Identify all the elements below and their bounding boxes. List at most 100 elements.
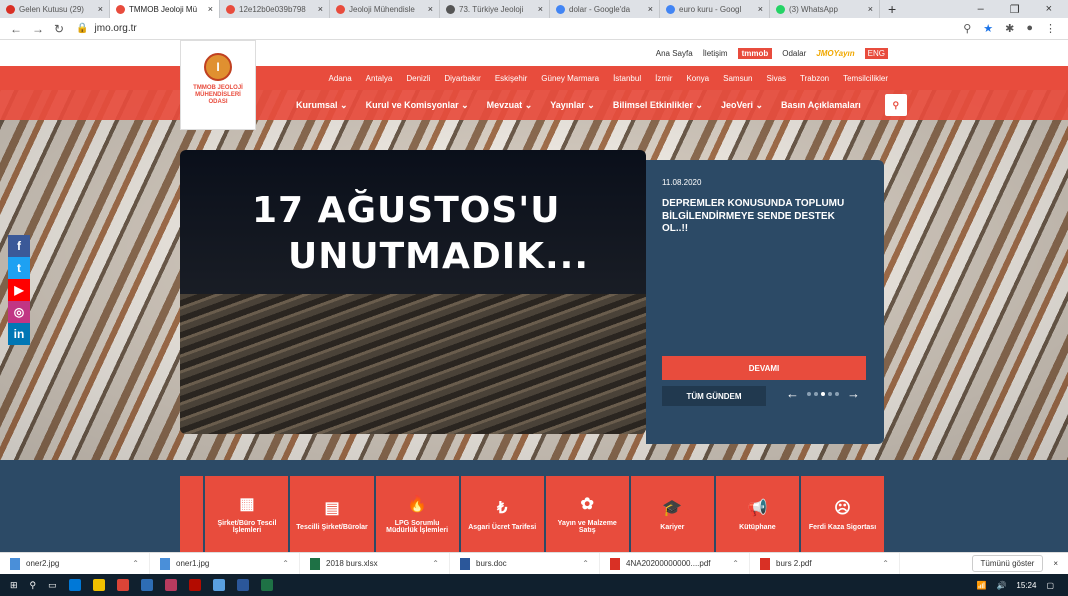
url-field[interactable]: 🔒 jmo.org.tr (76, 20, 963, 38)
chevron-up-icon[interactable]: ⌃ (132, 559, 139, 568)
quick-link-card[interactable]: ₺ Asgari Ücret Tarifesi (460, 476, 544, 552)
slider-dot[interactable] (807, 391, 811, 396)
city-link[interactable]: Denizli (406, 74, 430, 83)
notifications-icon[interactable]: ▢ (1046, 581, 1054, 590)
clock[interactable]: 15:24 (1016, 581, 1036, 590)
profile-avatar[interactable]: ● (1026, 22, 1033, 35)
tab-close-icon[interactable]: × (318, 4, 323, 14)
extensions-icon[interactable]: ✱ (1005, 22, 1014, 35)
forward-icon[interactable]: → (32, 22, 44, 36)
browser-tab[interactable]: euro kuru - Googl × (660, 0, 770, 18)
close-downloads-icon[interactable]: × (1053, 559, 1058, 568)
browser-tab[interactable]: TMMOB Jeoloji Mü × (110, 0, 220, 18)
tmmob-link[interactable]: tmmob (737, 47, 773, 59)
quick-link-card[interactable]: 🔥 LPG Sorumlu Müdürlük İşlemleri (375, 476, 459, 552)
tab-close-icon[interactable]: × (648, 4, 653, 14)
social-link-icon[interactable]: t (8, 257, 30, 279)
bookmark-star-icon[interactable]: ★ (983, 22, 993, 35)
photoshop-icon[interactable] (140, 579, 153, 591)
quick-link-card[interactable]: ✿ Yayın ve Malzeme Satış (545, 476, 629, 552)
download-item[interactable]: oner2.jpg ⌃ (0, 552, 150, 575)
task-view-icon[interactable]: ▭ (48, 580, 57, 591)
next-arrow-icon[interactable]: → (847, 386, 860, 401)
browser-tab[interactable]: Gelen Kutusu (29) × (0, 0, 110, 18)
network-icon[interactable]: 📶 (976, 581, 986, 590)
quick-link-card[interactable]: 📢 Kütüphane (715, 476, 799, 552)
prev-arrow-icon[interactable]: ← (786, 386, 799, 401)
social-link-icon[interactable]: in (8, 323, 30, 345)
download-item[interactable]: oner1.jpg ⌃ (150, 552, 300, 575)
city-link[interactable]: Konya (686, 74, 709, 83)
slider-dot[interactable] (814, 391, 818, 396)
quick-link-card[interactable]: ▤ Tescilli Şirket/Bürolar (290, 476, 374, 552)
city-link[interactable]: Eskişehir (495, 74, 527, 83)
news-headline[interactable]: DEPREMLER KONUSUNDA TOPLUMU BİLGİLENDİRM… (662, 198, 862, 236)
excel-icon[interactable] (260, 579, 273, 591)
slider-dot-active[interactable] (821, 391, 825, 396)
slider-dot[interactable] (835, 391, 839, 396)
back-icon[interactable]: ← (10, 22, 22, 36)
slider-dot[interactable] (828, 391, 832, 396)
nav-item[interactable]: Kurul ve Komisyonlar ⌄ (366, 100, 469, 111)
chevron-up-icon[interactable]: ⌃ (882, 559, 889, 568)
chevron-up-icon[interactable]: ⌃ (732, 559, 739, 568)
browser-tab[interactable]: 73. Türkiye Jeoloji × (440, 0, 550, 18)
odalar-link[interactable]: Odalar (782, 49, 806, 58)
search-icon[interactable]: ⚲ (963, 22, 971, 35)
acrobat-icon[interactable] (188, 579, 201, 591)
city-link[interactable]: Temsilcilikler (843, 74, 888, 83)
tab-close-icon[interactable]: × (538, 4, 543, 14)
nav-item[interactable]: Yayınlar ⌄ (550, 100, 595, 111)
contact-link[interactable]: İletişim (703, 49, 728, 58)
app-icon[interactable] (164, 579, 177, 591)
close-window-icon[interactable]: × (1046, 3, 1052, 15)
maximize-icon[interactable]: ❐ (1010, 3, 1020, 16)
show-all-downloads-button[interactable]: Tümünü göster (971, 555, 1044, 572)
city-link[interactable]: İstanbul (613, 74, 641, 83)
download-item[interactable]: 4NA20200000000....pdf ⌃ (600, 552, 750, 575)
home-link[interactable]: Ana Sayfa (656, 49, 693, 58)
chevron-up-icon[interactable]: ⌃ (582, 559, 589, 568)
social-link-icon[interactable]: f (8, 235, 30, 257)
explorer-icon[interactable] (92, 579, 105, 591)
nav-item[interactable]: Mevzuat ⌄ (487, 100, 533, 111)
browser-tab[interactable]: 12e12b0e039b798 × (220, 0, 330, 18)
city-link[interactable]: Trabzon (800, 74, 829, 83)
city-link[interactable]: Diyarbakır (444, 74, 480, 83)
browser-tab[interactable]: (3) WhatsApp × (770, 0, 880, 18)
tab-close-icon[interactable]: × (98, 4, 103, 14)
tab-close-icon[interactable]: × (868, 4, 873, 14)
read-more-button[interactable]: DEVAMI (662, 356, 866, 380)
new-tab-button[interactable]: + (880, 0, 904, 18)
quick-link-card[interactable]: ▦ Şirket/Büro Tescil İşlemleri (205, 476, 289, 552)
nav-item[interactable]: JeoVeri ⌄ (721, 100, 763, 111)
chevron-up-icon[interactable]: ⌃ (432, 559, 439, 568)
tab-close-icon[interactable]: × (758, 4, 763, 14)
windows-start-icon[interactable]: ⊞ (10, 580, 18, 591)
quick-link-card[interactable]: 🎓 Kariyer (630, 476, 714, 552)
hero-slide[interactable]: 17 AĞUSTOS'U UNUTMADIK... (180, 150, 646, 434)
tab-close-icon[interactable]: × (208, 4, 213, 14)
city-link[interactable]: Adana (329, 74, 352, 83)
download-item[interactable]: burs 2.pdf ⌃ (750, 552, 900, 575)
nav-item[interactable]: Bilimsel Etkinlikler ⌄ (613, 100, 703, 111)
city-link[interactable]: Sivas (766, 74, 786, 83)
browser-tab[interactable]: dolar - Google'da × (550, 0, 660, 18)
app-icon[interactable] (212, 579, 225, 591)
menu-icon[interactable]: ⋮ (1045, 22, 1056, 35)
reload-icon[interactable]: ↻ (54, 22, 64, 36)
chrome-icon[interactable] (116, 579, 129, 591)
word-icon[interactable] (236, 579, 249, 591)
tab-close-icon[interactable]: × (428, 4, 433, 14)
social-link-icon[interactable]: ◎ (8, 301, 30, 323)
download-item[interactable]: 2018 burs.xlsx ⌃ (300, 552, 450, 575)
jmo-yayin-link[interactable]: JMOYayın (816, 49, 854, 58)
edge-icon[interactable] (68, 579, 81, 591)
quick-link-card[interactable]: ☹ Ferdi Kaza Sigortası (800, 476, 885, 552)
quick-link-card-partial[interactable] (180, 476, 204, 552)
minimize-icon[interactable]: – (978, 3, 984, 15)
city-link[interactable]: Samsun (723, 74, 752, 83)
browser-tab[interactable]: Jeoloji Mühendisle × (330, 0, 440, 18)
nav-item[interactable]: Basın Açıklamaları (781, 100, 861, 110)
download-item[interactable]: burs.doc ⌃ (450, 552, 600, 575)
